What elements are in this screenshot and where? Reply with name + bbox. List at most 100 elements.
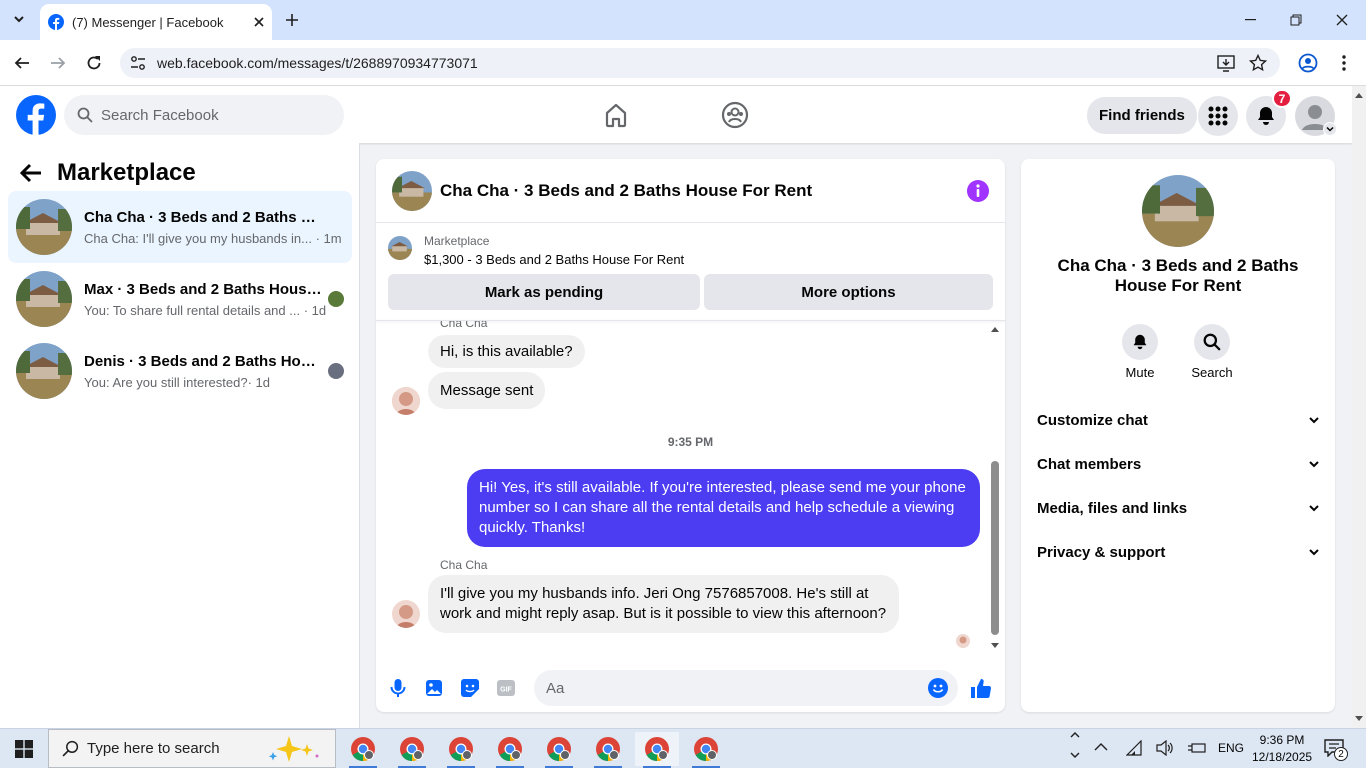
taskbar-chrome-app[interactable] [439, 732, 483, 768]
back-button[interactable] [4, 45, 40, 81]
taskbar-chrome-app[interactable] [684, 732, 728, 768]
info-icon[interactable] [967, 179, 989, 202]
notification-center[interactable]: 2 [1324, 739, 1348, 761]
chat-title[interactable]: Cha Cha · 3 Beds and 2 Baths House For R… [440, 181, 967, 201]
arrow-left-icon[interactable] [20, 163, 42, 183]
chevron-down-icon [1070, 752, 1080, 758]
minimize-button[interactable] [1232, 2, 1268, 38]
profile-button[interactable] [1290, 45, 1326, 81]
info-avatar[interactable] [1142, 175, 1214, 247]
network-tray[interactable] [1126, 740, 1142, 756]
volume-tray[interactable] [1156, 740, 1174, 756]
conversation-title: Max · 3 Beds and 2 Baths House... [84, 280, 324, 298]
scroll-up-icon[interactable] [991, 326, 999, 332]
media-files-links-row[interactable]: Media, files and links [1037, 488, 1319, 528]
taskbar-search[interactable]: Type here to search [48, 729, 336, 768]
scroll-up-icon[interactable] [1355, 92, 1363, 98]
mute-button[interactable]: Mute [1120, 324, 1160, 380]
incoming-message: Hi, is this available? [428, 335, 585, 368]
close-tab-icon[interactable] [254, 17, 264, 27]
search-conversation-button[interactable]: Search [1188, 324, 1236, 380]
chevron-down-icon [1309, 417, 1319, 424]
listing-source: Marketplace [424, 234, 490, 248]
taskbar-chrome-app[interactable] [341, 732, 385, 768]
seen-receipt-avatar [956, 634, 970, 648]
address-bar[interactable]: web.facebook.com/messages/t/268897093477… [120, 48, 1280, 78]
page-scrollbar[interactable] [1352, 86, 1366, 728]
tab-title: (7) Messenger | Facebook [72, 14, 224, 30]
facebook-search[interactable]: Search Facebook [64, 95, 344, 135]
conversation-item[interactable]: Denis · 3 Beds and 2 Baths Hous... You: … [8, 335, 352, 407]
privacy-support-row[interactable]: Privacy & support [1037, 532, 1319, 572]
accordion-label: Privacy & support [1037, 543, 1166, 561]
reload-button[interactable] [76, 45, 112, 81]
thumbs-up-icon[interactable] [970, 677, 992, 699]
groups-nav[interactable] [721, 101, 749, 129]
scroll-down-icon[interactable] [991, 643, 999, 649]
microphone-icon[interactable] [388, 678, 408, 698]
home-nav[interactable] [602, 101, 630, 129]
star-icon [1249, 54, 1267, 72]
start-button[interactable] [15, 740, 33, 758]
browser-tab[interactable]: (7) Messenger | Facebook [40, 4, 272, 40]
listing-thumbnail [16, 199, 72, 255]
mark-as-pending-button[interactable]: Mark as pending [388, 274, 700, 310]
notification-badge: 7 [1272, 89, 1292, 108]
chat-members-row[interactable]: Chat members [1037, 444, 1319, 484]
taskbar-chrome-app[interactable] [488, 732, 532, 768]
conversation-item[interactable]: Max · 3 Beds and 2 Baths House... You: T… [8, 263, 352, 335]
clock[interactable]: 9:36 PM 12/18/2025 [1252, 732, 1312, 766]
bell-icon [1133, 334, 1147, 350]
new-tab-button[interactable] [274, 2, 310, 38]
show-hidden-icons[interactable] [1094, 742, 1108, 752]
search-icon [77, 107, 93, 123]
wifi-icon [1126, 740, 1142, 756]
sticker-icon[interactable] [460, 678, 480, 698]
battery-tray[interactable] [1188, 741, 1206, 755]
chat-scrollbar[interactable] [990, 324, 1000, 649]
close-window-button[interactable] [1324, 2, 1360, 38]
chrome-icon [498, 737, 522, 761]
taskbar-chrome-app[interactable] [586, 732, 630, 768]
taskbar-chrome-app[interactable] [537, 732, 581, 768]
conversation-title: Denis · 3 Beds and 2 Baths Hous... [84, 352, 324, 370]
customize-chat-row[interactable]: Customize chat [1037, 400, 1319, 440]
facebook-logo[interactable] [16, 95, 56, 135]
taskbar-chrome-app[interactable] [390, 732, 434, 768]
menu-button[interactable] [1198, 96, 1238, 136]
sender-avatar[interactable] [392, 387, 420, 415]
sidebar-header: Marketplace [20, 159, 196, 187]
browser-menu-button[interactable] [1326, 45, 1362, 81]
listing-price[interactable]: $1,300 - 3 Beds and 2 Baths House For Re… [424, 252, 684, 267]
url-text[interactable]: web.facebook.com/messages/t/268897093477… [157, 55, 478, 71]
chevron-down-icon [1309, 549, 1319, 556]
sender-name: Cha Cha [440, 558, 488, 572]
sender-avatar[interactable] [392, 600, 420, 628]
bookmark-button[interactable] [1240, 45, 1276, 81]
language-indicator[interactable]: ENG [1218, 741, 1244, 755]
tab-search-button[interactable] [2, 2, 36, 36]
chevron-down-icon [14, 16, 24, 23]
browser-tab-bar: (7) Messenger | Facebook [0, 0, 1366, 40]
scroll-down-icon[interactable] [1355, 716, 1363, 722]
install-app-button[interactable] [1208, 45, 1244, 81]
tray-scroll[interactable] [1070, 731, 1080, 759]
scroll-thumb[interactable] [991, 461, 999, 635]
more-options-button[interactable]: More options [704, 274, 993, 310]
forward-button[interactable] [40, 45, 76, 81]
account-button[interactable] [1295, 96, 1337, 136]
site-settings-icon[interactable] [130, 55, 146, 71]
gif-icon[interactable]: GIF [496, 678, 516, 698]
emoji-icon[interactable] [928, 678, 948, 698]
taskbar-chrome-app-active[interactable] [635, 732, 679, 768]
conversation-item[interactable]: Cha Cha · 3 Beds and 2 Baths Hou... Cha … [8, 191, 352, 263]
photo-icon[interactable] [424, 678, 444, 698]
mark-as-pending-label: Mark as pending [484, 283, 604, 301]
message-input[interactable]: Aa [534, 670, 958, 706]
chat-avatar[interactable] [392, 170, 432, 211]
restore-button[interactable] [1278, 2, 1314, 38]
sidebar-title: Marketplace [57, 159, 196, 186]
search-placeholder: Search Facebook [101, 106, 219, 124]
conversation-preview: You: To share full rental details and ..… [84, 302, 327, 318]
find-friends-button[interactable]: Find friends [1087, 97, 1197, 134]
